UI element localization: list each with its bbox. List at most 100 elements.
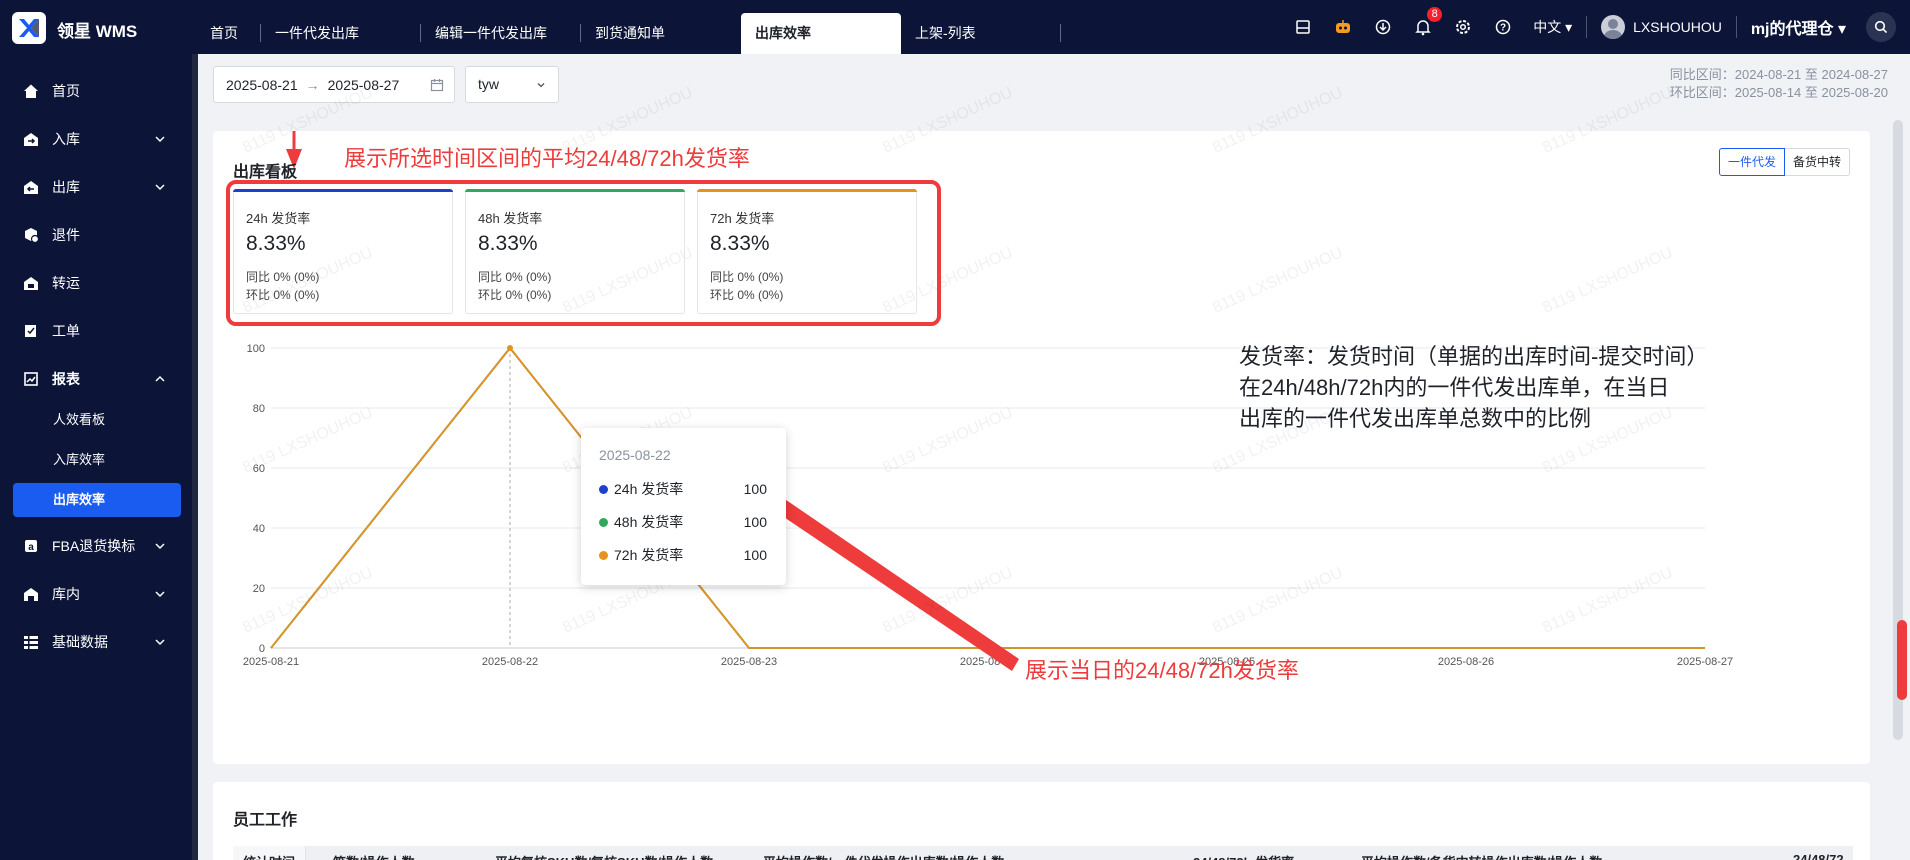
search-icon[interactable] bbox=[1866, 12, 1896, 42]
sidebar-item-returns[interactable]: 退件 bbox=[0, 215, 192, 255]
scrollbar-thumb[interactable] bbox=[1897, 620, 1907, 700]
sidebar-item-tickets[interactable]: 工单 bbox=[0, 311, 192, 351]
column-header: 24/48/72h 发货率 bbox=[1193, 852, 1294, 860]
tab-arrival-notice[interactable]: 到货通知单 bbox=[581, 13, 741, 54]
compare-ranges: 同比区间：2024-08-21 至 2024-08-27 环比区间：2025-0… bbox=[1528, 66, 1888, 102]
rate-definition-note: 发货率：发货时间（单据的出库时间-提交时间） 在24h/48h/72h内的一件代… bbox=[1239, 341, 1799, 434]
sidebar-item-inbound[interactable]: 入库 bbox=[0, 119, 192, 159]
legend-dot bbox=[599, 517, 608, 527]
sidebar-item-transfer[interactable]: 转运 bbox=[0, 263, 192, 303]
y-tick-label: 80 bbox=[253, 403, 265, 415]
report-icon bbox=[22, 370, 40, 388]
tab-dropship-outbound[interactable]: 一件代发出库 bbox=[261, 13, 421, 54]
download-icon[interactable] bbox=[1372, 16, 1394, 38]
mode-toggle: 一件代发 备货中转 bbox=[1718, 148, 1850, 176]
board-title: 出库看板 bbox=[233, 164, 298, 181]
sidebar-item-reports[interactable]: 报表 bbox=[0, 359, 192, 399]
top-right-tools: 8 ? 中文 ▾ LXSHOUHOU mj的代理仓 ▾ bbox=[1283, 0, 1910, 54]
sidebar-label: 基础数据 bbox=[52, 634, 108, 650]
sidebar-label: 退件 bbox=[52, 227, 80, 243]
sidebar-sub-staff-board[interactable]: 人效看板 bbox=[13, 403, 181, 437]
y-tick-label: 40 bbox=[253, 523, 265, 535]
help-icon[interactable]: ? bbox=[1492, 16, 1514, 38]
sidebar-sub-inbound-efficiency[interactable]: 入库效率 bbox=[13, 443, 181, 477]
sidebar: 首页 入库 出库 退件 转运 工单 报表 人效看板 入库效率 出库效率 a FB… bbox=[0, 54, 192, 860]
tab-outbound-efficiency[interactable]: 出库效率 bbox=[741, 13, 901, 54]
staff-title: 员工工作 bbox=[233, 812, 298, 829]
sidebar-item-home[interactable]: 首页 bbox=[0, 71, 192, 111]
note-line: 出库的一件代发出库单总数中的比例 bbox=[1239, 406, 1592, 431]
toggle-dropship[interactable]: 一件代发 bbox=[1718, 148, 1785, 176]
tooltip-row-72h: 72h 发货率 100 bbox=[599, 545, 767, 565]
tooltip-value: 100 bbox=[743, 481, 767, 497]
sidebar-label: 首页 bbox=[52, 83, 80, 99]
warehouse-filter-select[interactable]: tyw bbox=[465, 66, 559, 103]
note-line: 在24h/48h/72h内的一件代发出库单，在当日 bbox=[1239, 375, 1670, 400]
sidebar-item-inventory[interactable]: 库内 bbox=[0, 574, 192, 614]
tooltip-label: 48h 发货率 bbox=[614, 514, 684, 530]
warehouse-label: mj的代理仓 bbox=[1750, 21, 1834, 38]
chevron-down-icon bbox=[155, 136, 165, 143]
tab-home[interactable]: 首页 bbox=[196, 13, 261, 54]
username: LXSHOUHOU bbox=[1633, 19, 1722, 35]
tooltip-label: 24h 发货率 bbox=[614, 481, 684, 497]
warehouse-icon bbox=[22, 585, 40, 603]
sidebar-item-outbound[interactable]: 出库 bbox=[0, 167, 192, 207]
ticket-icon bbox=[22, 322, 40, 340]
bell-icon[interactable]: 8 bbox=[1412, 7, 1443, 38]
y-tick-label: 0 bbox=[259, 643, 265, 655]
column-header[interactable]: 统计时间 bbox=[233, 846, 307, 860]
column-header: 平均操作数/备货中转操作出库数/操作人数 bbox=[1361, 852, 1602, 860]
annotation-daily-rate: 展示当日的24/48/72h发货率 bbox=[1025, 658, 1299, 683]
date-start: 2025-08-21 bbox=[226, 76, 298, 93]
sidebar-item-basic-data[interactable]: 基础数据 bbox=[0, 622, 192, 662]
transfer-icon bbox=[22, 274, 40, 292]
yoy-range: 同比区间：2024-08-21 至 2024-08-27 bbox=[1669, 67, 1888, 82]
divider bbox=[1586, 16, 1588, 38]
sidebar-sub-outbound-efficiency[interactable]: 出库效率 bbox=[13, 483, 181, 517]
home-icon bbox=[22, 82, 40, 100]
tooltip-date: 2025-08-22 bbox=[599, 447, 671, 463]
language-select[interactable]: 中文 ▾ bbox=[1533, 17, 1572, 37]
sidebar-item-fba[interactable]: a FBA退货换标 bbox=[0, 526, 192, 566]
chevron-down-icon bbox=[537, 83, 545, 88]
svg-text:a: a bbox=[28, 542, 34, 553]
tooltip-row-24h: 24h 发货率 100 bbox=[599, 479, 767, 499]
warehouse-select[interactable]: mj的代理仓 ▾ bbox=[1751, 15, 1846, 39]
column-header: 平均复核SKU数/复核SKU数/操作人数 bbox=[495, 852, 713, 860]
y-tick-label: 20 bbox=[253, 583, 265, 595]
outbound-board-panel: 0 20 40 60 80 100 2025-08-21 2025-08-22 2025-08… bbox=[213, 84, 1870, 764]
main-content: 2025-08-21 → 2025-08-27 tyw 同比区间：2024-08… bbox=[198, 54, 1888, 860]
chevron-up-icon bbox=[155, 375, 165, 382]
column-header: 24/48/72 bbox=[1793, 852, 1844, 860]
store-icon[interactable] bbox=[1292, 16, 1314, 38]
x-tick-label: 2025-08-23 bbox=[721, 656, 777, 668]
tab-edit-dropship-outbound[interactable]: 编辑一件代发出库 bbox=[421, 13, 581, 54]
tooltip-value: 100 bbox=[743, 514, 767, 530]
toggle-stock-transfer[interactable]: 备货中转 bbox=[1784, 148, 1850, 176]
date-range-picker[interactable]: 2025-08-21 → 2025-08-27 bbox=[213, 66, 455, 103]
x-tick-label: 2025-08-21 bbox=[243, 656, 299, 668]
chevron-down-icon bbox=[155, 639, 165, 646]
staff-table-header: 统计时间 箱数/操作人数 平均复核SKU数/复核SKU数/操作人数 平均操作数/… bbox=[233, 846, 1853, 860]
chart-tooltip: 2025-08-22 24h 发货率 100 48h 发货率 100 72h 发… bbox=[581, 428, 786, 585]
language-label: 中文 bbox=[1533, 19, 1562, 35]
svg-text:?: ? bbox=[1500, 23, 1506, 34]
annotation-average-rate: 展示所选时间区间的平均24/48/72h发货率 bbox=[344, 146, 750, 171]
kpi-highlight-box bbox=[226, 180, 941, 326]
inbound-icon bbox=[22, 130, 40, 148]
user-menu[interactable]: LXSHOUHOU bbox=[1601, 15, 1722, 39]
tab-putaway-list[interactable]: 上架-列表 bbox=[901, 13, 1061, 54]
brand-name: 领星 WMS bbox=[57, 22, 138, 41]
divider bbox=[1735, 16, 1737, 38]
settings-icon[interactable] bbox=[1452, 16, 1474, 38]
robot-icon[interactable] bbox=[1332, 16, 1354, 38]
fba-icon: a bbox=[22, 537, 40, 555]
legend-dot bbox=[599, 484, 608, 494]
avatar bbox=[1601, 15, 1626, 39]
outbound-icon bbox=[22, 178, 40, 196]
note-line: 发货率：发货时间（单据的出库时间-提交时间） bbox=[1239, 344, 1709, 369]
column-header: 平均操作数/一件代发操作出库数/操作人数 bbox=[763, 852, 1004, 860]
tooltip-label: 72h 发货率 bbox=[614, 547, 684, 563]
logo-icon[interactable] bbox=[12, 12, 46, 44]
